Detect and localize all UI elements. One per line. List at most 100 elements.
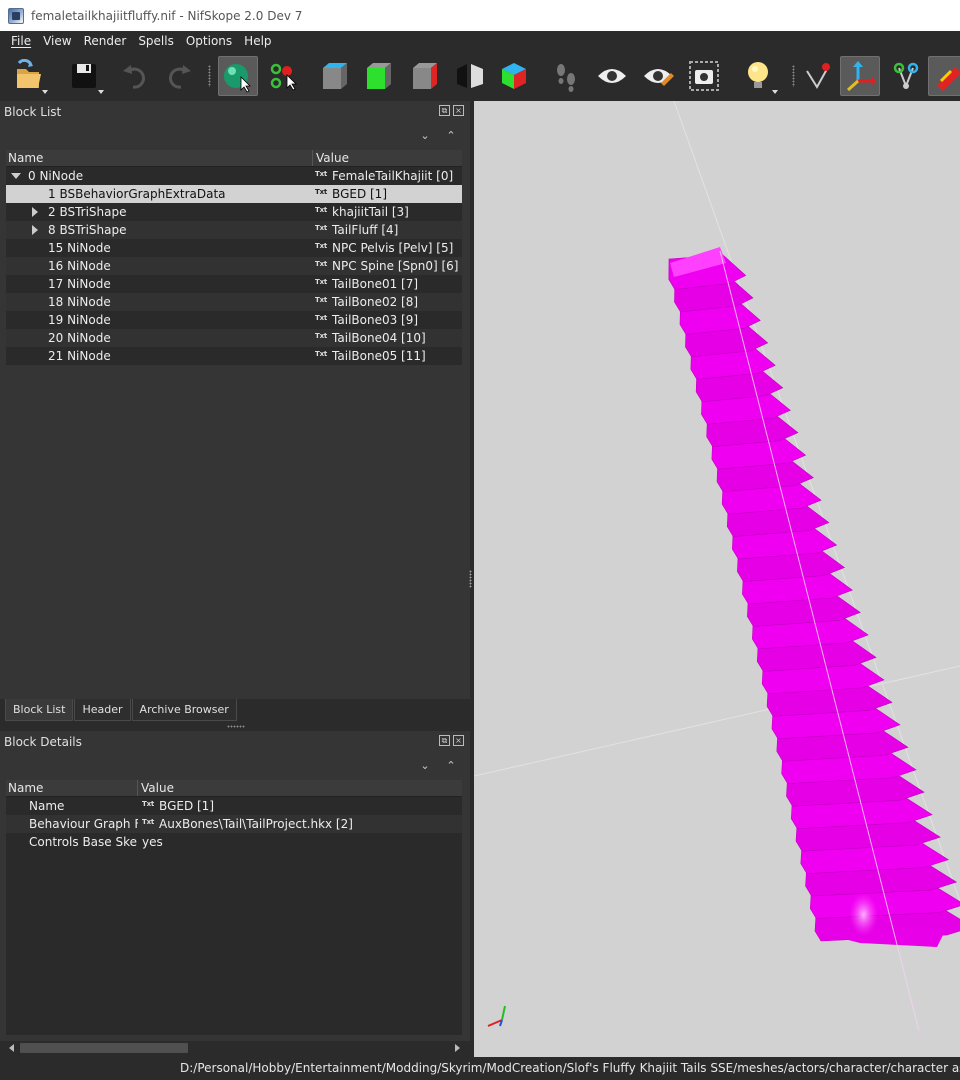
tab-header[interactable]: Header bbox=[74, 699, 131, 721]
value-column-header[interactable]: Value bbox=[138, 780, 174, 796]
view-perspective-icon bbox=[502, 63, 526, 89]
collapse-all-icon[interactable]: ⌃ bbox=[444, 759, 458, 773]
tree-row-value: Txt khajiitTail [3] bbox=[313, 203, 409, 221]
show-constraints-button[interactable] bbox=[928, 56, 960, 96]
tree-row[interactable]: 0 NiNode Txt FemaleTailKhajiit [0] bbox=[6, 167, 462, 185]
tree-row-value: Txt NPC Pelvis [Pelv] [5] bbox=[313, 239, 453, 257]
view-front-button[interactable] bbox=[358, 56, 398, 96]
undo-button[interactable] bbox=[116, 56, 156, 96]
save-button[interactable] bbox=[64, 56, 104, 96]
block-details-title-bar: Block Details ⧉ × bbox=[0, 731, 470, 753]
dock-resize-grip[interactable] bbox=[227, 725, 245, 728]
show-markers-button[interactable] bbox=[638, 56, 678, 96]
window-title: femaletailkhajiitfluffy.nif - NifSkope 2… bbox=[31, 8, 303, 23]
details-horizontal-scrollbar[interactable] bbox=[6, 1041, 463, 1055]
block-details-table[interactable]: Name Value Name Txt BGED [1] Behaviour Grap… bbox=[6, 780, 462, 1035]
select-object-button[interactable] bbox=[218, 56, 258, 96]
text-type-icon: Txt bbox=[315, 260, 328, 268]
select-object-icon bbox=[224, 64, 251, 93]
expanded-arrow-icon[interactable] bbox=[11, 173, 21, 179]
tree-row[interactable]: 8 BSTriShape Txt TailFluff [4] bbox=[6, 221, 462, 239]
tree-row[interactable]: 21 NiNode Txt TailBone05 [11] bbox=[6, 347, 462, 365]
detail-field-value[interactable]: Txt BGED [1] bbox=[138, 797, 214, 815]
menu-spells[interactable]: Spells bbox=[132, 31, 180, 51]
detail-field-value[interactable]: Txt AuxBones\Tail\TailProject.hkx [2] bbox=[138, 815, 353, 833]
close-panel-icon[interactable]: × bbox=[453, 105, 464, 116]
scroll-right-icon[interactable] bbox=[455, 1044, 460, 1052]
tree-row[interactable]: 18 NiNode Txt TailBone02 [8] bbox=[6, 293, 462, 311]
block-name-label: 0 NiNode bbox=[28, 169, 84, 183]
collapsed-arrow-icon[interactable] bbox=[32, 225, 38, 235]
block-name-label: 19 NiNode bbox=[48, 313, 111, 327]
show-normals-icon bbox=[806, 63, 830, 89]
tree-row[interactable]: 20 NiNode Txt TailBone04 [10] bbox=[6, 329, 462, 347]
name-column-header[interactable]: Name bbox=[6, 150, 313, 166]
show-axes-button[interactable] bbox=[840, 56, 880, 96]
menu-file[interactable]: File bbox=[0, 31, 37, 51]
detail-row[interactable]: Controls Base Skel... yes bbox=[6, 833, 462, 851]
block-name-label: 8 BSTriShape bbox=[48, 223, 127, 237]
menu-options[interactable]: Options bbox=[180, 31, 238, 51]
render-viewport[interactable] bbox=[474, 101, 960, 1057]
tree-row-name: 8 BSTriShape bbox=[6, 221, 313, 239]
screenshot-button[interactable] bbox=[684, 56, 724, 96]
redo-button[interactable] bbox=[158, 56, 198, 96]
block-name-label: 1 BSBehaviorGraphExtraData bbox=[48, 187, 226, 201]
show-nodes-button[interactable] bbox=[886, 56, 926, 96]
tree-row[interactable]: 2 BSTriShape Txt khajiitTail [3] bbox=[6, 203, 462, 221]
float-panel-icon[interactable]: ⧉ bbox=[439, 105, 450, 116]
tree-row-value: Txt FemaleTailKhajiit [0] bbox=[313, 167, 453, 185]
walk-mode-icon bbox=[557, 64, 575, 92]
block-details-panel: Block Details ⧉ × ⌄ ⌃ Name Value Name Txt… bbox=[0, 731, 470, 1041]
float-panel-icon[interactable]: ⧉ bbox=[439, 735, 450, 746]
scroll-thumb[interactable] bbox=[20, 1043, 188, 1053]
walk-mode-button[interactable] bbox=[546, 56, 586, 96]
view-side-button[interactable] bbox=[404, 56, 444, 96]
lighting-icon bbox=[748, 62, 768, 88]
expand-all-icon[interactable]: ⌄ bbox=[418, 129, 432, 143]
show-hidden-button[interactable] bbox=[592, 56, 632, 96]
collapse-all-icon[interactable]: ⌃ bbox=[444, 129, 458, 143]
show-normals-button[interactable] bbox=[798, 56, 838, 96]
menu-render[interactable]: Render bbox=[78, 31, 133, 51]
block-list-title-bar: Block List ⧉ × bbox=[0, 101, 470, 123]
detail-field-value[interactable]: yes bbox=[138, 833, 163, 851]
menu-view[interactable]: View bbox=[37, 31, 77, 51]
view-top-button[interactable] bbox=[314, 56, 354, 96]
view-flip-icon bbox=[457, 64, 483, 88]
show-axes-icon bbox=[846, 61, 876, 92]
detail-row[interactable]: Name Txt BGED [1] bbox=[6, 797, 462, 815]
main-toolbar bbox=[0, 51, 960, 101]
tree-row[interactable]: 15 NiNode Txt NPC Pelvis [Pelv] [5] bbox=[6, 239, 462, 257]
toolbar-grip bbox=[208, 65, 211, 87]
splitter-grip[interactable] bbox=[469, 570, 472, 588]
detail-row[interactable]: Behaviour Graph F... Txt AuxBones\Tail\Tai… bbox=[6, 815, 462, 833]
tab-archive-browser[interactable]: Archive Browser bbox=[131, 699, 237, 721]
tree-row-value: Txt TailBone05 [11] bbox=[313, 347, 426, 365]
view-perspective-button[interactable] bbox=[494, 56, 534, 96]
text-type-icon: Txt bbox=[315, 314, 328, 322]
text-type-icon: Txt bbox=[142, 800, 155, 808]
block-name-label: 2 BSTriShape bbox=[48, 205, 127, 219]
block-tree[interactable]: Name Value 0 NiNode Txt FemaleTailKhajiit … bbox=[6, 150, 462, 365]
tree-row[interactable]: 17 NiNode Txt TailBone01 [7] bbox=[6, 275, 462, 293]
tail-mesh[interactable] bbox=[668, 247, 960, 947]
collapsed-arrow-icon[interactable] bbox=[32, 207, 38, 217]
tree-row[interactable]: 19 NiNode Txt TailBone03 [9] bbox=[6, 311, 462, 329]
tree-row[interactable]: 1 BSBehaviorGraphExtraData Txt BGED [1] bbox=[6, 185, 462, 203]
close-panel-icon[interactable]: × bbox=[453, 735, 464, 746]
expand-all-icon[interactable]: ⌄ bbox=[418, 759, 432, 773]
tree-row[interactable]: 16 NiNode Txt NPC Spine [Spn0] [6] bbox=[6, 257, 462, 275]
viewport-canvas bbox=[474, 101, 960, 1032]
open-button[interactable] bbox=[8, 56, 48, 96]
view-flip-button[interactable] bbox=[450, 56, 490, 96]
tab-block-list[interactable]: Block List bbox=[5, 699, 74, 721]
name-column-header[interactable]: Name bbox=[6, 780, 138, 796]
lighting-button[interactable] bbox=[738, 56, 778, 96]
value-column-header[interactable]: Value bbox=[313, 150, 349, 166]
menu-help[interactable]: Help bbox=[238, 31, 277, 51]
select-vertex-button[interactable] bbox=[264, 56, 304, 96]
tail-highlight bbox=[814, 821, 894, 941]
scroll-left-icon[interactable] bbox=[9, 1044, 14, 1052]
view-top-icon bbox=[323, 63, 347, 89]
